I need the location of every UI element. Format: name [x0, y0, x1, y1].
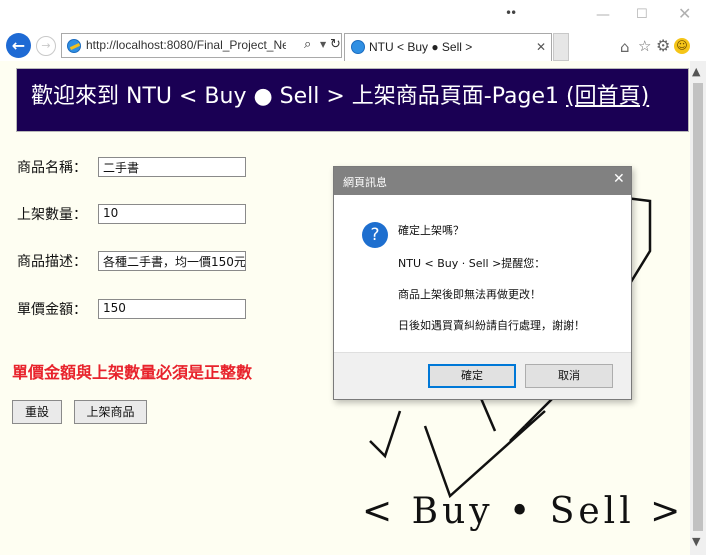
browser-tab[interactable]: NTU < Buy ● Sell > ✕ [344, 33, 552, 61]
quantity-label: 上架數量： [17, 207, 87, 223]
quantity-input[interactable]: 10 [98, 204, 246, 224]
dialog-titlebar[interactable]: 網頁訊息 ✕ [334, 167, 631, 195]
window-titlebar: •• — ☐ ✕ [0, 0, 706, 30]
dialog-title: 網頁訊息 [343, 176, 387, 189]
address-bar[interactable]: http://localhost:8080/Final_Project_New … [61, 33, 342, 58]
logo-text: < Buy • Sell > [362, 491, 685, 532]
close-window-button[interactable]: ✕ [678, 4, 691, 23]
tab-title: NTU < Buy ● Sell > [369, 40, 473, 54]
forward-button[interactable]: → [36, 36, 56, 56]
confirm-dialog: 網頁訊息 ✕ ? 確定上架嗎？ NTU < Buy · Sell >提醒您： 商… [333, 166, 632, 400]
error-message: 單價金額與上架數量必須是正整數 [12, 363, 253, 382]
reset-button[interactable]: 重設 [12, 400, 62, 424]
vertical-scrollbar[interactable]: ▲ ▼ [690, 61, 706, 555]
maximize-button[interactable]: ☐ [636, 7, 648, 22]
dropdown-icon[interactable]: ▼ [320, 40, 326, 49]
page-title: 歡迎來到 NTU < Buy ● Sell > 上架商品頁面-Page1 [31, 84, 559, 109]
cancel-button[interactable]: 取消 [525, 364, 613, 388]
description-input[interactable]: 各種二手書，均一價150元 [98, 251, 246, 271]
submit-button[interactable]: 上架商品 [74, 400, 147, 424]
new-tab-button[interactable] [553, 33, 569, 61]
home-icon[interactable]: ⌂ [620, 38, 630, 56]
smiley-icon[interactable]: ☺ [674, 38, 690, 54]
name-input[interactable]: 二手書 [98, 157, 246, 177]
home-link[interactable]: (回首頁) [566, 84, 649, 109]
browser-navbar: ← → http://localhost:8080/Final_Project_… [0, 30, 706, 61]
search-icon[interactable]: ⌕ [304, 37, 311, 52]
dialog-line: 確定上架嗎？ [398, 224, 464, 237]
titlebar-dots: •• [505, 6, 517, 20]
name-label: 商品名稱： [17, 160, 87, 176]
refresh-icon[interactable]: ↻ [330, 37, 341, 52]
minimize-button[interactable]: — [596, 7, 610, 23]
banner-title-row: 歡迎來到 NTU < Buy ● Sell > 上架商品頁面-Page1 (回首… [31, 78, 649, 110]
arrow-left-icon: ← [11, 36, 26, 55]
dialog-close-icon[interactable]: ✕ [613, 171, 625, 187]
page-banner: 歡迎來到 NTU < Buy ● Sell > 上架商品頁面-Page1 (回首… [16, 68, 689, 132]
price-label: 單價金額： [17, 302, 87, 318]
address-url[interactable]: http://localhost:8080/Final_Project_New [86, 38, 286, 52]
question-icon: ? [362, 222, 388, 248]
tab-favicon-icon [351, 40, 365, 54]
arrow-right-icon: → [41, 39, 51, 52]
price-input[interactable]: 150 [98, 299, 246, 319]
scroll-down-icon[interactable]: ▼ [692, 535, 700, 548]
gear-icon[interactable]: ⚙ [656, 36, 670, 55]
star-icon[interactable]: ☆ [638, 37, 651, 55]
scrollbar-thumb[interactable] [693, 83, 703, 531]
ok-button[interactable]: 確定 [428, 364, 516, 388]
dialog-line: 日後如遇買賣糾紛請自行處理，謝謝！ [398, 319, 585, 332]
dialog-line: NTU < Buy · Sell >提醒您： [398, 257, 546, 270]
tab-close-icon[interactable]: ✕ [536, 40, 546, 54]
ie-favicon-icon [67, 39, 81, 53]
back-button[interactable]: ← [6, 33, 31, 58]
description-label: 商品描述： [17, 254, 87, 270]
scroll-up-icon[interactable]: ▲ [692, 65, 700, 78]
dialog-line: 商品上架後即無法再做更改！ [398, 288, 541, 301]
dialog-footer: 確定 取消 [334, 352, 631, 399]
